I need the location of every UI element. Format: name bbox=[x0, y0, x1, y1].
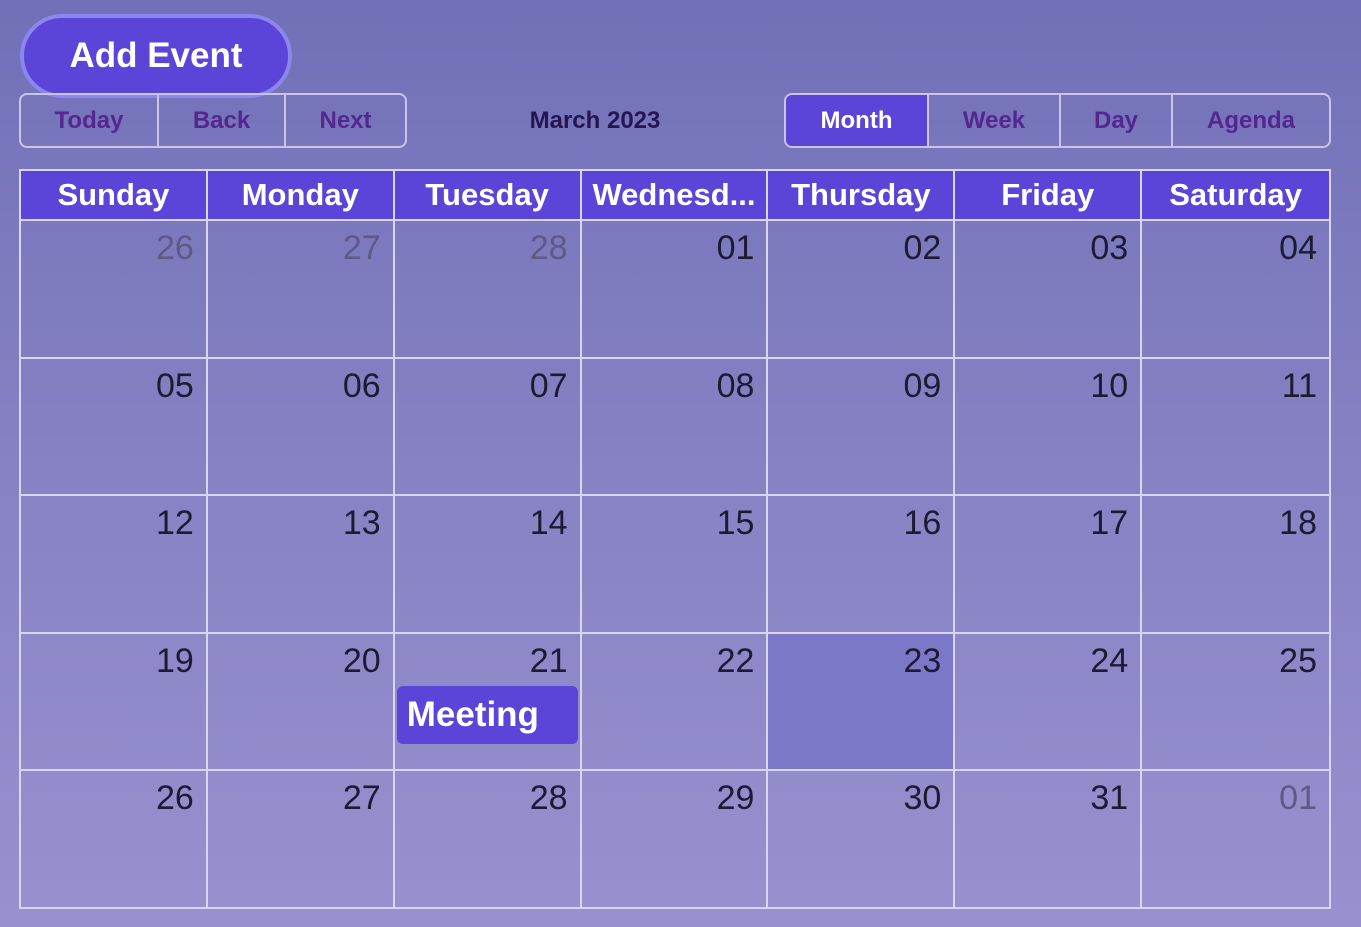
day-cell[interactable]: 27 bbox=[208, 221, 395, 357]
day-cell[interactable]: 14 bbox=[395, 496, 582, 632]
weeks-container: 26 27 28 01 02 03 04 05 06 07 08 09 10 11 12 13 14 15 16 17… bbox=[21, 219, 1329, 907]
date-number[interactable]: 30 bbox=[903, 779, 941, 818]
day-cell[interactable]: 04 bbox=[1142, 221, 1329, 357]
week-row: 19 20 21 Meeting 22 23 24 25 bbox=[21, 631, 1329, 770]
date-number[interactable]: 06 bbox=[343, 367, 381, 406]
day-cell[interactable]: 09 bbox=[768, 358, 956, 495]
day-cell[interactable]: 10 bbox=[955, 358, 1143, 495]
date-number[interactable]: 03 bbox=[1090, 229, 1128, 268]
day-cell[interactable]: 28 bbox=[395, 221, 582, 357]
day-cell[interactable]: 06 bbox=[208, 358, 395, 495]
weekday-header: Friday bbox=[955, 171, 1143, 219]
day-cell[interactable]: 21 Meeting bbox=[395, 633, 582, 770]
day-cell[interactable]: 16 bbox=[768, 496, 956, 632]
weekday-header-row: Sunday Monday Tuesday Wednesd... Thursday Fri… bbox=[21, 171, 1329, 219]
date-number[interactable]: 29 bbox=[717, 779, 755, 818]
day-cell[interactable]: 18 bbox=[1142, 496, 1329, 632]
day-cell[interactable]: 26 bbox=[21, 771, 208, 907]
day-cell[interactable]: 15 bbox=[582, 496, 769, 632]
day-cell[interactable]: 22 bbox=[582, 633, 769, 770]
date-number[interactable]: 19 bbox=[156, 642, 194, 681]
date-number[interactable]: 31 bbox=[1090, 779, 1128, 818]
week-view-button[interactable]: Week bbox=[929, 95, 1061, 146]
date-number[interactable]: 01 bbox=[717, 229, 755, 268]
weekday-header: Thursday bbox=[768, 171, 956, 219]
day-cell[interactable]: 24 bbox=[955, 633, 1143, 770]
weekday-header: Monday bbox=[208, 171, 395, 219]
back-button[interactable]: Back bbox=[159, 95, 286, 146]
date-number[interactable]: 12 bbox=[156, 504, 194, 543]
date-number[interactable]: 22 bbox=[717, 642, 755, 681]
weekday-header: Sunday bbox=[21, 171, 208, 219]
day-cell[interactable]: 25 bbox=[1142, 634, 1329, 770]
date-number[interactable]: 17 bbox=[1090, 504, 1128, 543]
date-number[interactable]: 14 bbox=[530, 504, 568, 543]
day-cell[interactable]: 26 bbox=[21, 221, 208, 357]
date-number[interactable]: 20 bbox=[343, 642, 381, 681]
week-row: 26 27 28 01 02 03 04 bbox=[21, 219, 1329, 357]
date-number[interactable]: 04 bbox=[1279, 229, 1317, 268]
day-cell[interactable]: 27 bbox=[208, 771, 395, 907]
date-number[interactable]: 26 bbox=[156, 779, 194, 818]
date-number[interactable]: 16 bbox=[903, 504, 941, 543]
day-cell[interactable]: 20 bbox=[208, 633, 395, 770]
date-number[interactable]: 27 bbox=[343, 779, 381, 818]
date-number[interactable]: 28 bbox=[530, 229, 568, 268]
weekday-header: Wednesd... bbox=[582, 171, 769, 219]
date-number[interactable]: 09 bbox=[903, 367, 941, 406]
navigation-button-group: Today Back Next bbox=[19, 93, 407, 148]
weekday-header: Tuesday bbox=[395, 171, 582, 219]
date-number[interactable]: 27 bbox=[343, 229, 381, 268]
day-cell[interactable]: 12 bbox=[21, 496, 208, 632]
day-cell[interactable]: 07 bbox=[395, 358, 582, 495]
day-cell[interactable]: 11 bbox=[1142, 359, 1329, 495]
date-number[interactable]: 26 bbox=[156, 229, 194, 268]
day-cell[interactable]: 05 bbox=[21, 358, 208, 495]
date-number[interactable]: 11 bbox=[1282, 367, 1317, 406]
date-number[interactable]: 15 bbox=[717, 504, 755, 543]
date-number[interactable]: 24 bbox=[1090, 642, 1128, 681]
day-cell[interactable]: 17 bbox=[955, 496, 1143, 632]
today-button[interactable]: Today bbox=[21, 95, 159, 146]
event-meeting[interactable]: Meeting bbox=[396, 685, 578, 744]
date-number[interactable]: 23 bbox=[903, 642, 941, 681]
day-cell[interactable]: 30 bbox=[768, 771, 956, 907]
week-row: 26 27 28 29 30 31 01 bbox=[21, 769, 1329, 907]
day-cell[interactable]: 29 bbox=[582, 771, 769, 907]
day-cell-today[interactable]: 23 bbox=[768, 633, 956, 770]
day-view-button[interactable]: Day bbox=[1061, 95, 1173, 146]
day-cell[interactable]: 31 bbox=[955, 771, 1143, 907]
month-calendar-grid: Sunday Monday Tuesday Wednesd... Thursday Fri… bbox=[19, 169, 1331, 909]
date-number[interactable]: 10 bbox=[1090, 367, 1128, 406]
date-number[interactable]: 21 bbox=[530, 642, 568, 681]
date-number[interactable]: 01 bbox=[1279, 779, 1317, 818]
day-cell[interactable]: 01 bbox=[582, 221, 769, 357]
day-cell[interactable]: 03 bbox=[955, 221, 1143, 357]
add-event-button[interactable]: Add Event bbox=[20, 14, 292, 98]
date-number[interactable]: 13 bbox=[343, 504, 381, 543]
date-number[interactable]: 28 bbox=[530, 779, 568, 818]
day-cell[interactable]: 13 bbox=[208, 496, 395, 632]
day-cell[interactable]: 19 bbox=[21, 633, 208, 770]
date-number[interactable]: 05 bbox=[156, 367, 194, 406]
week-row: 05 06 07 08 09 10 11 bbox=[21, 356, 1329, 495]
date-number[interactable]: 08 bbox=[717, 367, 755, 406]
agenda-view-button[interactable]: Agenda bbox=[1173, 95, 1329, 146]
month-view-button[interactable]: Month bbox=[786, 95, 929, 146]
day-cell[interactable]: 08 bbox=[582, 358, 769, 495]
view-switcher: Month Week Day Agenda bbox=[784, 93, 1331, 148]
day-cell[interactable]: 02 bbox=[768, 221, 956, 357]
date-number[interactable]: 18 bbox=[1279, 504, 1317, 543]
week-row: 12 13 14 15 16 17 18 bbox=[21, 494, 1329, 632]
current-month-label: March 2023 bbox=[529, 106, 661, 134]
day-cell[interactable]: 28 bbox=[395, 771, 582, 907]
day-cell[interactable]: 01 bbox=[1142, 771, 1329, 907]
date-number[interactable]: 02 bbox=[903, 229, 941, 268]
weekday-header: Saturday bbox=[1169, 177, 1302, 212]
date-number[interactable]: 25 bbox=[1279, 642, 1317, 681]
next-button[interactable]: Next bbox=[286, 95, 405, 146]
date-number[interactable]: 07 bbox=[530, 367, 568, 406]
